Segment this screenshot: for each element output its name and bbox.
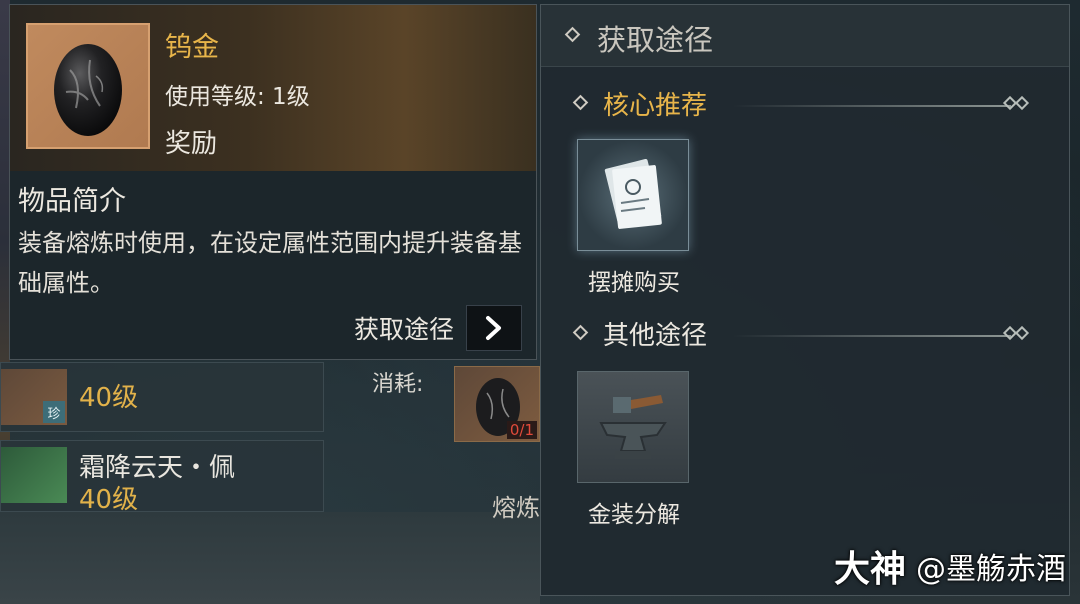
- floor-art: [0, 512, 540, 604]
- item-header: 钨金 使用等级: 1级 奖励: [10, 5, 536, 171]
- item-tooltip: 钨金 使用等级: 1级 奖励 物品简介 装备熔炼时使用，在设定属性范围内提升装备…: [9, 4, 537, 360]
- item-description: 装备熔炼时使用，在设定属性范围内提升装备基础属性。: [18, 229, 522, 297]
- source-label: 摆摊购买: [588, 270, 680, 296]
- watermark: 大神 @墨觞赤酒: [834, 540, 1066, 592]
- section-divider: [733, 105, 1011, 107]
- rarity-badge: 珍: [43, 401, 65, 423]
- black-egg-icon: [54, 44, 122, 136]
- pendant-thumb: [1, 447, 67, 503]
- acquisition-header: 获取途径: [541, 5, 1069, 67]
- stall-note-icon: [577, 139, 689, 251]
- diamond-icon: [564, 26, 581, 43]
- acquisition-title: 获取途径: [597, 23, 714, 57]
- source-label: 金装分解: [588, 502, 680, 528]
- source-stall-purchase[interactable]: 摆摊购买: [577, 139, 691, 297]
- diamond-icon: [572, 324, 589, 341]
- watermark-user: @墨觞赤酒: [916, 552, 1066, 587]
- acquisition-link-button[interactable]: 获取途径: [354, 305, 522, 351]
- equipment-level: 40级: [79, 383, 139, 413]
- consume-count: 0/1: [506, 421, 537, 439]
- acquisition-panel: 获取途径 核心推荐 摆摊购买 其他途径 金装分解: [540, 4, 1070, 596]
- source-gold-decompose[interactable]: 金装分解: [577, 371, 691, 529]
- double-diamond-icon: [1002, 95, 1031, 111]
- section-divider: [733, 335, 1011, 337]
- item-icon-frame: [26, 23, 150, 149]
- consume-label: 消耗:: [372, 372, 424, 397]
- watermark-logo: 大神: [833, 549, 906, 590]
- item-name: 钨金: [165, 32, 219, 63]
- consume-slot[interactable]: 0/1: [454, 366, 540, 442]
- description-title: 物品简介: [18, 186, 126, 217]
- core-section-header: 核心推荐: [541, 85, 1069, 125]
- equipment-thumb: 珍: [1, 369, 67, 425]
- other-section-header: 其他途径: [541, 315, 1069, 355]
- equipment-card[interactable]: 珍 40级: [0, 362, 324, 432]
- double-diamond-icon: [1002, 325, 1031, 341]
- item-type: 奖励: [165, 129, 218, 159]
- core-section-title: 核心推荐: [603, 91, 708, 121]
- diamond-icon: [572, 94, 589, 111]
- chevron-right-icon[interactable]: [466, 305, 522, 351]
- other-section-title: 其他途径: [603, 321, 708, 351]
- smelt-label: 熔炼: [492, 494, 540, 522]
- equipment-card[interactable]: 霜降云天・佩 40级: [0, 440, 324, 515]
- acquisition-link-label: 获取途径: [353, 315, 454, 344]
- anvil-icon: [577, 371, 689, 483]
- item-level: 使用等级: 1级: [165, 84, 310, 110]
- equipment-level: 40级: [79, 485, 139, 515]
